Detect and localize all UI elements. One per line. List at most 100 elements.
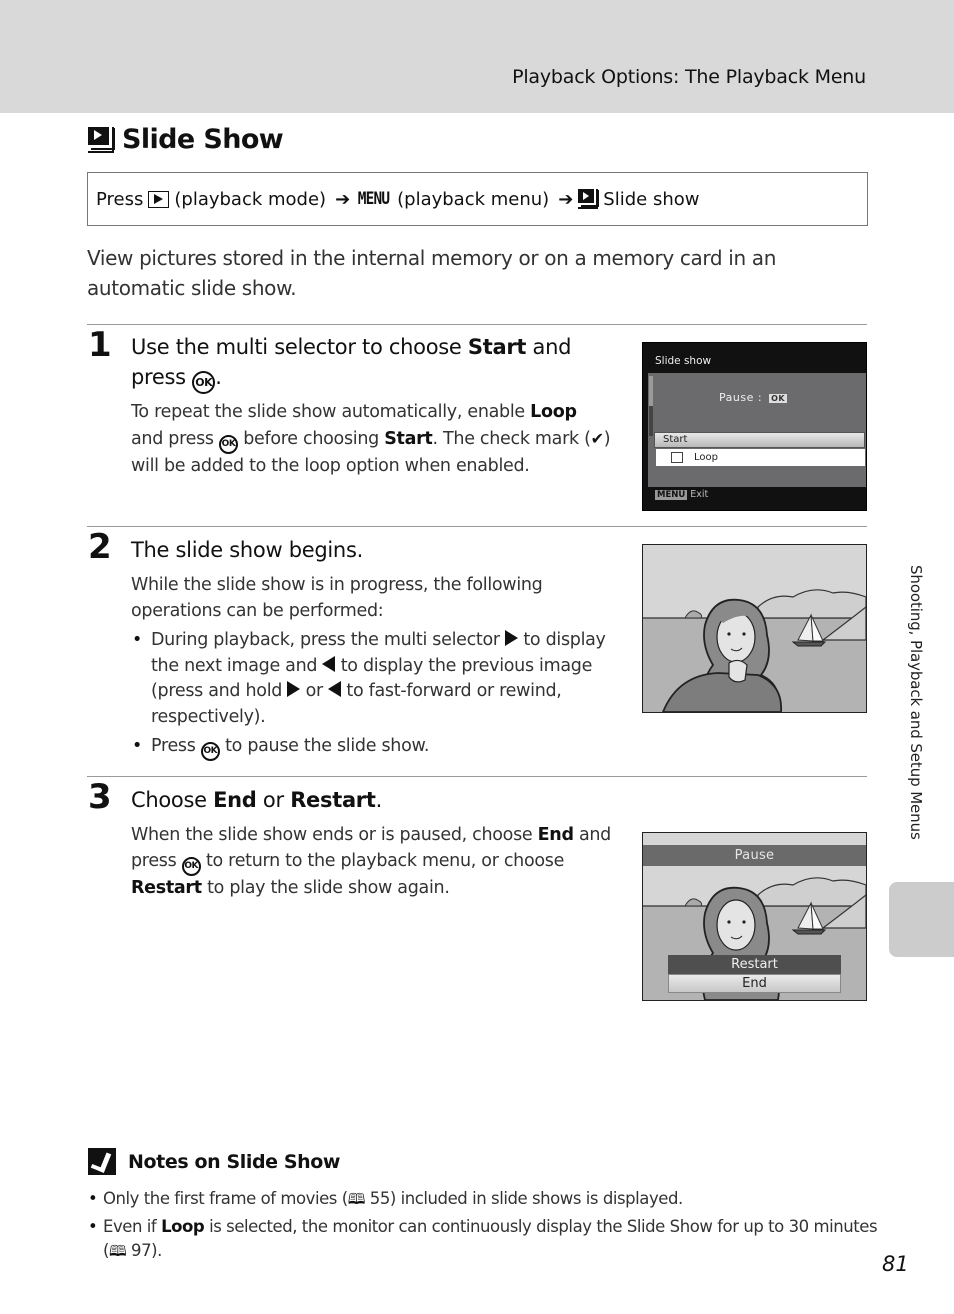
text: Use the multi selector to choose — [131, 335, 468, 359]
page-reference-link[interactable]: 97 — [131, 1241, 152, 1260]
notes-title: Notes on Slide Show — [128, 1150, 341, 1173]
slide-show-icon — [578, 189, 600, 209]
list-item: During playback, press the multi selecto… — [131, 628, 611, 730]
page-title: Slide Show — [88, 124, 284, 155]
pause-hint: Pause : OK — [719, 391, 788, 404]
scrollbar-track — [649, 406, 653, 436]
pause-label: Pause — [719, 391, 754, 404]
text: ). — [151, 1241, 162, 1260]
text: To repeat the slide show automatically, … — [131, 402, 531, 422]
text: ) included in slide shows is displayed. — [389, 1189, 683, 1208]
scrollbar — [649, 376, 653, 406]
check-mark-icon: ✔ — [590, 428, 604, 448]
text: to return to the playback menu, or choos… — [200, 850, 565, 871]
book-reference-icon: 🕮 — [109, 1242, 127, 1260]
text: . The check mark ( — [432, 428, 591, 449]
list-item: Only the first frame of movies (🕮 55) in… — [88, 1187, 878, 1211]
text: is selected, the monitor can continuousl… — [103, 1217, 878, 1260]
slide-show-label: Slide show — [603, 188, 700, 210]
right-arrow-icon — [505, 630, 519, 646]
arrow-icon: ➔ — [335, 188, 351, 210]
text: to pause the slide show. — [219, 736, 430, 756]
side-tab-label: Shooting, Playback and Setup Menus — [907, 565, 925, 840]
left-arrow-icon — [328, 681, 342, 697]
text: . — [375, 788, 383, 812]
intro-text: View pictures stored in the internal mem… — [87, 246, 777, 300]
text: Only the first frame of movies ( — [103, 1189, 348, 1208]
step-heading: The slide show begins. — [131, 538, 363, 562]
ok-key-icon: OK — [769, 394, 788, 403]
menu-button-icon: MENU — [357, 189, 390, 209]
page-reference-link[interactable]: 55 — [370, 1189, 391, 1208]
pause-banner: Pause — [643, 845, 866, 866]
side-tab[interactable] — [889, 882, 954, 957]
list-item: Press OK to pause the slide show. — [131, 734, 611, 761]
step-heading: Choose End or Restart. — [131, 785, 611, 815]
playback-button-icon — [148, 190, 170, 208]
menu-path-box: Press (playback mode) ➔ MENU (playback m… — [87, 172, 868, 226]
left-arrow-icon — [322, 655, 336, 672]
bold-text: Start — [467, 335, 527, 359]
bold-text: Loop — [530, 402, 577, 422]
camera-screen-slide-show-menu: Slide show Pause : OK Start Loop MENU Exi… — [642, 342, 867, 511]
text: or — [256, 788, 291, 812]
page-number: 81 — [882, 1252, 909, 1276]
text: or — [300, 681, 329, 701]
step-body: When the slide show ends or is paused, c… — [131, 823, 611, 901]
book-reference-icon: 🕮 — [347, 1190, 366, 1208]
ok-button-icon: OK — [192, 371, 216, 394]
playback-menu-label: (playback menu) — [397, 188, 550, 210]
bold-text: Restart — [290, 788, 376, 812]
menu-item-loop[interactable]: Loop — [656, 449, 865, 466]
step-number: 1 — [88, 325, 112, 365]
bold-text: Loop — [161, 1217, 205, 1236]
text: and press — [131, 428, 219, 449]
camera-screen-pause-menu: Pause Restart End — [642, 832, 867, 1001]
press-label: Press — [96, 188, 144, 210]
text: to play the slide show again. — [201, 877, 450, 898]
step-number: 2 — [88, 527, 112, 567]
loop-checkbox[interactable] — [671, 452, 683, 463]
section-title: Playback Options: The Playback Menu — [512, 66, 866, 88]
camera-screen-slide-playback — [642, 544, 867, 713]
step-body: While the slide show is in progress, the… — [131, 573, 611, 765]
ok-button-icon: OK — [218, 434, 238, 454]
divider — [87, 776, 867, 777]
step-body: To repeat the slide show automatically, … — [131, 400, 611, 479]
header-band: Playback Options: The Playback Menu — [0, 0, 954, 113]
playback-mode-label: (playback mode) — [174, 188, 327, 210]
slide-show-icon — [88, 126, 116, 153]
text: During playback, press the multi selecto… — [151, 630, 506, 650]
divider — [87, 526, 867, 527]
loop-label: Loop — [694, 452, 718, 463]
bold-text: End — [537, 825, 574, 845]
text: before choosing — [237, 428, 385, 449]
notes-list: Only the first frame of movies (🕮 55) in… — [88, 1187, 878, 1267]
screen-footer: MENU Exit — [655, 489, 708, 500]
menu-item-restart[interactable]: Restart — [668, 955, 841, 974]
text: . — [215, 365, 222, 389]
check-note-icon — [88, 1148, 116, 1175]
menu-item-start[interactable]: Start — [654, 432, 865, 448]
bold-text: Restart — [131, 877, 202, 898]
bold-text: Start — [384, 428, 433, 449]
arrow-icon: ➔ — [558, 188, 574, 210]
screen-title: Slide show — [655, 355, 712, 367]
list-item: Even if Loop is selected, the monitor ca… — [88, 1215, 878, 1263]
step-body-text: While the slide show is in progress, the… — [131, 575, 543, 621]
text: Press — [151, 736, 201, 756]
exit-label: Exit — [690, 489, 709, 500]
page-title-text: Slide Show — [122, 124, 284, 155]
notes-heading: Notes on Slide Show — [88, 1148, 340, 1175]
slide-illustration — [643, 545, 866, 712]
menu-item-end[interactable]: End — [668, 974, 841, 993]
divider — [87, 324, 867, 325]
ok-button-icon: OK — [181, 856, 201, 876]
text: Even if — [103, 1217, 162, 1236]
text: When the slide show ends or is paused, c… — [131, 825, 538, 845]
menu-key-icon: MENU — [655, 490, 688, 500]
text: Choose — [131, 788, 214, 812]
ok-button-icon: OK — [200, 742, 220, 761]
right-arrow-icon — [287, 681, 301, 697]
bold-text: End — [213, 788, 257, 812]
